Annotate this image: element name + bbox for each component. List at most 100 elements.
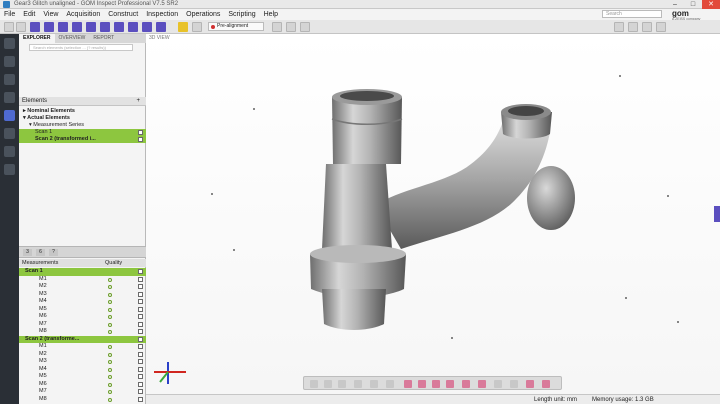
section-tool-icon[interactable] <box>142 22 152 32</box>
visibility-checkbox[interactable] <box>138 359 143 364</box>
pin-icon[interactable]: + <box>136 97 140 106</box>
redo-icon[interactable] <box>16 22 26 32</box>
settings-icon[interactable] <box>642 22 652 32</box>
export-icon[interactable] <box>300 22 310 32</box>
measurement-row[interactable]: M8 <box>19 396 146 404</box>
measurement-row[interactable]: M1 <box>19 343 146 351</box>
visibility-checkbox[interactable] <box>138 396 143 402</box>
visibility-checkbox[interactable] <box>138 336 143 342</box>
visibility-checkbox[interactable] <box>138 137 143 142</box>
point-view-icon[interactable] <box>478 380 486 388</box>
maximize-button[interactable]: □ <box>684 0 702 9</box>
plane-tool-icon[interactable] <box>114 22 124 32</box>
measurement-row[interactable]: M5 <box>19 306 146 314</box>
report-icon[interactable] <box>4 146 15 157</box>
menu-inspection[interactable]: Inspection <box>142 11 182 18</box>
menu-view[interactable]: View <box>39 11 62 18</box>
menu-help[interactable]: Help <box>260 11 282 18</box>
visibility-checkbox[interactable] <box>138 130 143 135</box>
measurement-row[interactable]: M5 <box>19 373 146 381</box>
visibility-checkbox[interactable] <box>138 299 143 304</box>
split-tab[interactable]: 6 <box>36 249 45 256</box>
tree-item-scan-1[interactable]: Scan 1 <box>19 129 146 136</box>
prepare-icon[interactable] <box>4 92 15 103</box>
menu-construct[interactable]: Construct <box>104 11 142 18</box>
tag-icon[interactable] <box>526 380 534 388</box>
zoom-icon[interactable] <box>338 380 346 388</box>
deviation-color-icon[interactable] <box>404 380 412 388</box>
home-icon[interactable] <box>4 38 15 49</box>
tab-explorer[interactable]: EXPLORER <box>19 34 55 43</box>
view-mode-icon[interactable] <box>286 22 296 32</box>
tree-item-actual[interactable]: ▾ Actual Elements <box>19 115 146 122</box>
wrench-icon[interactable] <box>4 56 15 67</box>
3d-viewport[interactable]: 3D VIEW <box>146 34 720 394</box>
visibility-checkbox[interactable] <box>138 306 143 312</box>
search-input[interactable]: Search <box>602 10 662 18</box>
pan-icon[interactable] <box>354 380 362 388</box>
measurement-row[interactable]: M1 <box>19 276 146 284</box>
measurement-row[interactable]: M2 <box>19 283 146 291</box>
menu-file[interactable]: File <box>0 11 19 18</box>
measurement-row[interactable]: M6 <box>19 381 146 389</box>
view-front-icon[interactable] <box>370 380 378 388</box>
circle-tool-icon[interactable] <box>128 22 138 32</box>
camera-icon[interactable] <box>272 22 282 32</box>
mesh-icon[interactable] <box>432 380 440 388</box>
undo-icon[interactable] <box>4 22 14 32</box>
measurement-row[interactable]: M7 <box>19 321 146 329</box>
visibility-checkbox[interactable] <box>138 389 143 394</box>
measurement-group-scan-1[interactable]: Scan 1 <box>19 268 146 276</box>
visibility-checkbox[interactable] <box>138 329 143 334</box>
visibility-checkbox[interactable] <box>138 366 143 372</box>
select-tool-icon[interactable] <box>30 22 40 32</box>
layout-icon[interactable] <box>614 22 624 32</box>
visibility-checkbox[interactable] <box>138 344 143 349</box>
section-view-icon[interactable] <box>446 380 454 388</box>
menu-scripting[interactable]: Scripting <box>224 11 259 18</box>
measure-tool-icon[interactable] <box>58 22 68 32</box>
tab-overview[interactable]: OVERVIEW <box>55 34 90 43</box>
pointer-tool-icon[interactable] <box>44 22 54 32</box>
visibility-checkbox[interactable] <box>138 284 143 289</box>
alignment-icon[interactable] <box>192 22 202 32</box>
alignment-select[interactable]: Pre-alignment <box>208 22 264 31</box>
measurement-group-scan-2[interactable]: Scan 2 (transforme... <box>19 335 146 343</box>
view-side-icon[interactable] <box>386 380 394 388</box>
tab-report[interactable]: REPORT <box>89 34 118 43</box>
fit-view-icon[interactable] <box>310 380 318 388</box>
minimize-button[interactable]: – <box>666 0 684 9</box>
inspect-workspace-icon[interactable] <box>4 110 15 121</box>
document-icon[interactable] <box>4 164 15 175</box>
label-icon[interactable] <box>418 380 426 388</box>
close-button[interactable]: ✕ <box>702 0 720 9</box>
visibility-checkbox[interactable] <box>138 291 143 297</box>
menu-acquisition[interactable]: Acquisition <box>62 11 104 18</box>
visibility-checkbox[interactable] <box>138 351 143 357</box>
visibility-checkbox[interactable] <box>138 321 143 327</box>
explorer-search-input[interactable]: Search elements (selection ... (? result… <box>29 44 133 51</box>
tree-item-scan-2[interactable]: Scan 2 (transformed i... <box>19 136 146 143</box>
snapshot-icon[interactable] <box>510 380 518 388</box>
clip-icon[interactable] <box>462 380 470 388</box>
split-tab[interactable]: ? <box>49 249 58 256</box>
panel-icon[interactable] <box>628 22 638 32</box>
menu-edit[interactable]: Edit <box>19 11 39 18</box>
measurement-row[interactable]: M4 <box>19 366 146 374</box>
menu-operations[interactable]: Operations <box>182 11 224 18</box>
measurement-row[interactable]: M3 <box>19 358 146 366</box>
measurement-row[interactable]: M3 <box>19 291 146 299</box>
visibility-checkbox[interactable] <box>138 314 143 319</box>
point-tool-icon[interactable] <box>86 22 96 32</box>
panel-splitter[interactable]: 3 6 ? <box>19 246 146 258</box>
visibility-checkbox[interactable] <box>138 269 143 274</box>
tree-item-nominal[interactable]: ▸ Nominal Elements <box>19 108 146 115</box>
magnifier-icon[interactable] <box>4 128 15 139</box>
measurement-row[interactable]: M4 <box>19 298 146 306</box>
info-icon[interactable] <box>542 380 550 388</box>
surface-tool-icon[interactable] <box>72 22 82 32</box>
measurement-row[interactable]: M8 <box>19 328 146 336</box>
refresh-icon[interactable] <box>178 22 188 32</box>
tree-item-series[interactable]: ▾ Measurement Series <box>19 122 146 129</box>
sensor-icon[interactable] <box>4 74 15 85</box>
